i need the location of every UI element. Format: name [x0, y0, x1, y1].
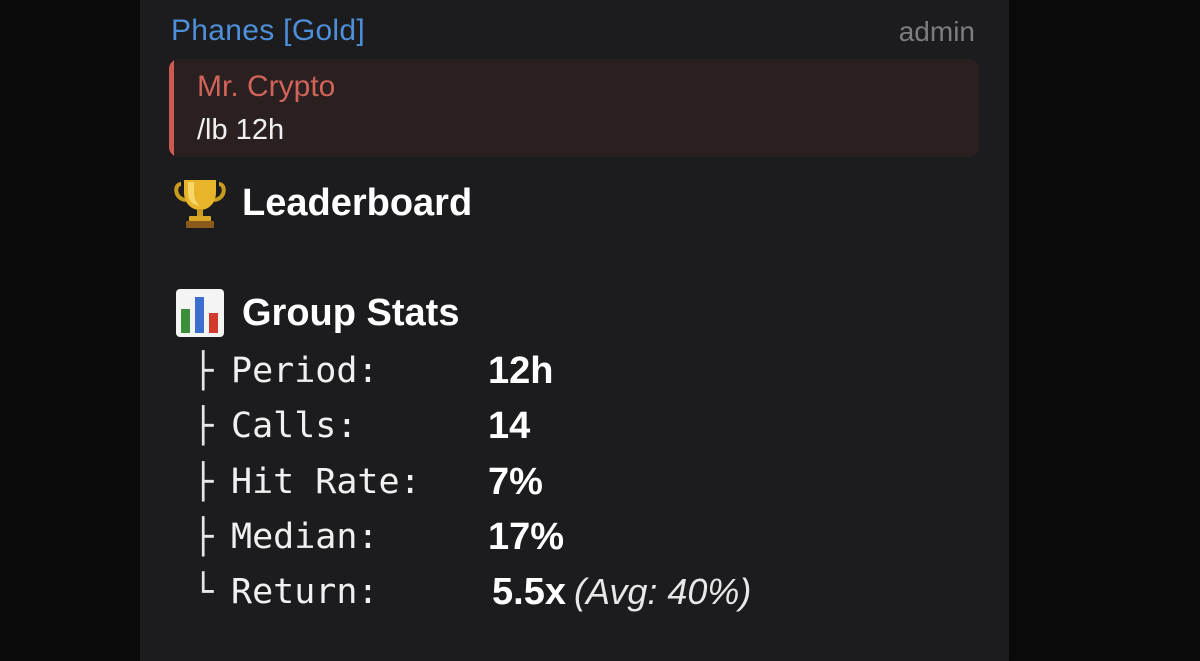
- stat-value: 5.5x: [492, 570, 566, 613]
- stat-value-return: 5.5x (Avg: 40%): [492, 571, 751, 614]
- stat-label: Calls:: [231, 406, 358, 446]
- stat-row-median: ├ Median: 17%: [193, 512, 564, 562]
- tree-branch: ├: [193, 406, 214, 446]
- reply-author: Mr. Crypto: [197, 70, 336, 103]
- stat-label: Period:: [231, 351, 379, 391]
- stat-label: Return:: [231, 572, 379, 612]
- tree-branch: ├: [193, 462, 214, 502]
- group-stats-title: Group Stats: [242, 291, 460, 334]
- stat-row-period: ├ Period: 12h: [193, 346, 553, 396]
- stat-value: 7%: [488, 460, 543, 503]
- bar-chart-icon: [172, 285, 228, 341]
- tree-branch: └: [193, 572, 214, 612]
- stat-average: (Avg: 40%): [573, 570, 752, 612]
- stat-label: Hit Rate:: [231, 462, 421, 502]
- leaderboard-heading: Leaderboard: [172, 175, 472, 231]
- tree-branch: ├: [193, 351, 214, 391]
- leaderboard-title: Leaderboard: [242, 181, 473, 224]
- reply-accent-bar: [169, 59, 174, 157]
- reply-text: /lb 12h: [197, 114, 285, 146]
- sender-name[interactable]: Phanes [Gold]: [171, 14, 365, 48]
- stat-label: Median:: [231, 517, 379, 557]
- stat-value: 14: [488, 404, 531, 447]
- stat-row-return: └ Return: 5.5x (Avg: 40%): [193, 567, 751, 617]
- group-stats-heading: Group Stats: [172, 285, 459, 341]
- reply-quote[interactable]: Mr. Crypto /lb 12h: [169, 59, 979, 157]
- stat-value: 12h: [488, 349, 554, 392]
- trophy-icon: [172, 175, 228, 231]
- stat-row-calls: ├ Calls: 14: [193, 401, 530, 451]
- tree-branch: ├: [193, 517, 214, 557]
- stat-value: 17%: [488, 515, 565, 558]
- stat-row-hit-rate: ├ Hit Rate: 7%: [193, 457, 543, 507]
- sender-role-badge: admin: [898, 16, 975, 47]
